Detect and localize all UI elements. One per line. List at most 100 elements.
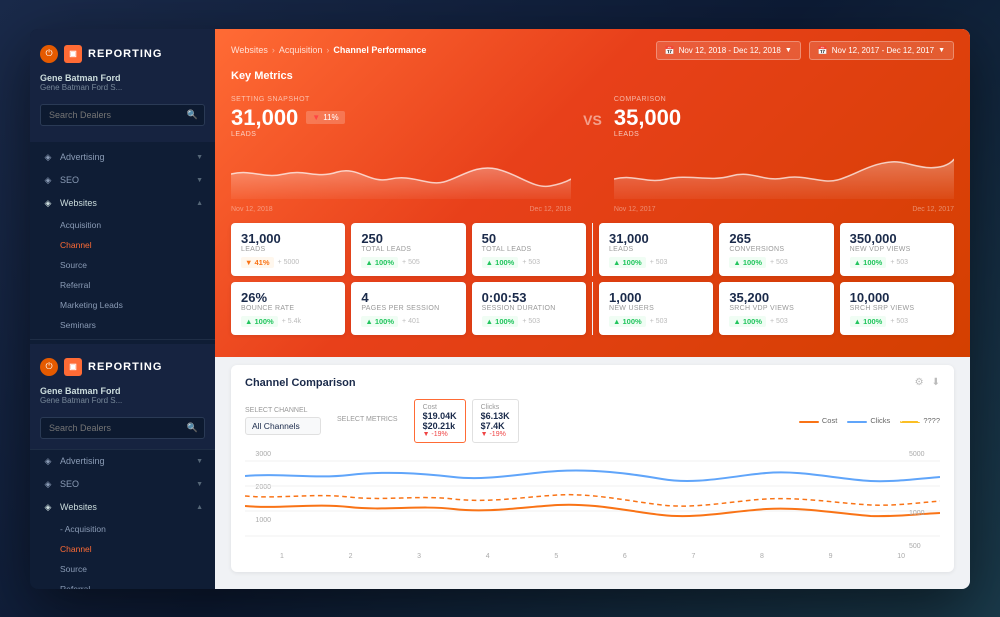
stat-val: 0:00:53 [482,290,576,305]
stat-val: 350,000 [850,231,944,246]
sidebar-sub-source[interactable]: Source [30,255,215,275]
stat-val: 265 [729,231,823,246]
stat-sub: + 503 [650,318,668,325]
metric-filter-label: Select Metrics [337,416,398,423]
metric-filter-group: Select Metrics [337,416,398,426]
stat-val: 31,000 [241,231,335,246]
channel-comparison-section: Channel Comparison ⚙ ⬇ Select Channel Al… [231,365,954,572]
search-bar[interactable]: 🔍 [40,104,205,126]
sidebar-sub-marketing-leads[interactable]: Marketing Leads [30,295,215,315]
chevron-icon: ▼ [196,154,203,161]
top-section: Websites › Acquisition › Channel Perform… [215,29,970,357]
sidebar-sub-source-2[interactable]: Source [30,559,215,579]
settings-icon[interactable]: ⚙ [915,377,924,388]
stats-row-1: 31,000 LEADS ▼ 41% + 5000 250 TOTAL LEAD… [231,223,954,276]
stat-leads-2: 31,000 LEADS ▲ 100% + 503 [599,223,713,276]
sidebar-sub-seminars[interactable]: Seminars [30,315,215,335]
search-input[interactable] [40,104,205,126]
chevron-icon: ▼ [196,458,203,465]
chevron-icon: ▼ [196,177,203,184]
pill-clicks-val2: $7.4K [481,421,510,431]
stat-pct: ▲ 100% [241,316,278,327]
stat-vdp-views: 350,000 NEW VDP VIEWS ▲ 100% + 503 [840,223,954,276]
stat-sub: + 505 [402,259,420,266]
power-icon-2: ⏻ [40,358,58,376]
stat-val: 31,000 [609,231,703,246]
stat-lbl: NEW USERS [609,305,703,312]
breadcrumb-acquisition[interactable]: Acquisition [279,45,323,55]
search-input-2[interactable] [40,417,205,439]
channel-filter-group: Select Channel All Channels [245,407,321,435]
sidebar-sub-referral-2[interactable]: Referral [30,579,215,589]
metric-left-value: 31,000 [231,107,298,129]
sidebar-item-websites[interactable]: ◈ Websites ▲ [30,192,215,215]
chart-dates-right: Nov 12, 2017 Dec 12, 2017 [614,206,954,213]
stat-pct: ▲ 100% [361,257,398,268]
breadcrumb-websites[interactable]: Websites [231,45,268,55]
sidebar-item-websites-2[interactable]: ◈ Websites ▲ [30,496,215,519]
legend-extra-label: ???? [923,416,940,425]
stat-bounce: 26% BOUNCE RATE ▲ 100% + 5.4k [231,282,345,335]
search-icon: 🔍 [187,109,198,120]
stat-sub: + 503 [770,259,788,266]
metric-right: COMPARISON 35,000 LEADS [614,96,954,213]
sidebar-item-advertising[interactable]: ◈ Advertising ▼ [30,146,215,169]
metric-right-value: 35,000 [614,107,954,129]
stat-sub: + 5000 [278,259,300,266]
search-bar-2[interactable]: 🔍 [40,417,205,439]
dropdown-arrow-2: ▼ [938,47,945,54]
sidebar-sub-acquisition[interactable]: Acquisition [30,215,215,235]
stat-sub: + 503 [522,318,540,325]
vs-label: VS [571,96,614,213]
sidebar-sub-channel[interactable]: Channel [30,235,215,255]
seo-icon-2: ◈ [42,479,54,490]
user-info: Gene Batman Ford Gene Batman Ford S... [40,69,205,100]
stat-val: 35,200 [729,290,823,305]
channel-filter-label: Select Channel [245,407,321,414]
websites-icon-2: ◈ [42,502,54,513]
stat-new-users: 1,000 NEW USERS ▲ 100% + 503 [599,282,713,335]
y-label-right: 500 [909,543,940,550]
sparkline-right: Nov 12, 2017 Dec 12, 2017 [614,144,954,213]
sidebar: ⏻ ▣ REPORTING Gene Batman Ford Gene Batm… [30,29,215,589]
sidebar-sub-channel-2[interactable]: Channel [30,539,215,559]
sidebar-item-advertising-2[interactable]: ◈ Advertising ▼ [30,450,215,473]
main-content: Websites › Acquisition › Channel Perform… [215,29,970,589]
sparkline-left: Nov 12, 2018 Dec 12, 2018 [231,144,571,213]
metric-left-subtitle: SETTING SNAPSHOT [231,96,571,103]
date-range-2[interactable]: 📅 Nov 12, 2017 - Dec 12, 2017 ▼ [809,41,954,60]
stat-lbl: LEADS [241,246,335,253]
brand-title: REPORTING [88,48,162,60]
dropdown-arrow-1: ▼ [785,47,792,54]
sidebar-label: SEO [60,175,79,185]
channel-select[interactable]: All Channels [245,417,321,435]
sidebar-sub-referral[interactable]: Referral [30,275,215,295]
stat-pages: 4 PAGES PER SESSION ▲ 100% + 401 [351,282,465,335]
sidebar-item-seo[interactable]: ◈ SEO ▼ [30,169,215,192]
user-name: Gene Batman Ford [40,73,205,83]
stat-val: 250 [361,231,455,246]
sidebar-item-seo-2[interactable]: ◈ SEO ▼ [30,473,215,496]
sidebar-sub-acquisition-2[interactable]: - Acquisition [30,519,215,539]
x-axis: 1 2 3 4 5 6 7 8 9 10 [280,553,905,560]
sidebar-label: Advertising [60,456,105,466]
date-range-1[interactable]: 📅 Nov 12, 2018 - Dec 12, 2018 ▼ [656,41,801,60]
stat-lbl: SRCH SRP VIEWS [850,305,944,312]
metric-badge-down: ▼ 11% [306,111,344,124]
pill-clicks[interactable]: Clicks $6.13K $7.4K ▼ -19% [472,399,519,443]
stat-total-leads-2: 50 TOTAL LEADS ▲ 100% + 503 [472,223,586,276]
stat-pct: ▲ 100% [361,316,398,327]
user-sub-2: Gene Batman Ford S... [40,396,205,405]
date-end-left: Dec 12, 2018 [530,206,572,213]
seo-icon: ◈ [42,175,54,186]
date-start-right: Nov 12, 2017 [614,206,656,213]
download-icon[interactable]: ⬇ [932,377,940,388]
channel-chart-svg [245,451,940,551]
chart-inner-area [245,451,940,551]
legend-clicks-line [847,421,867,423]
sidebar-nav: ◈ Advertising ▼ ◈ SEO ▼ ◈ Websites ▲ Acq [30,142,215,589]
pill-cost[interactable]: Cost $19.04K $20.21k ▼ -19% [414,399,466,443]
sidebar-label: Advertising [60,152,105,162]
stat-pct: ▲ 100% [729,316,766,327]
stat-sub: + 503 [890,318,908,325]
